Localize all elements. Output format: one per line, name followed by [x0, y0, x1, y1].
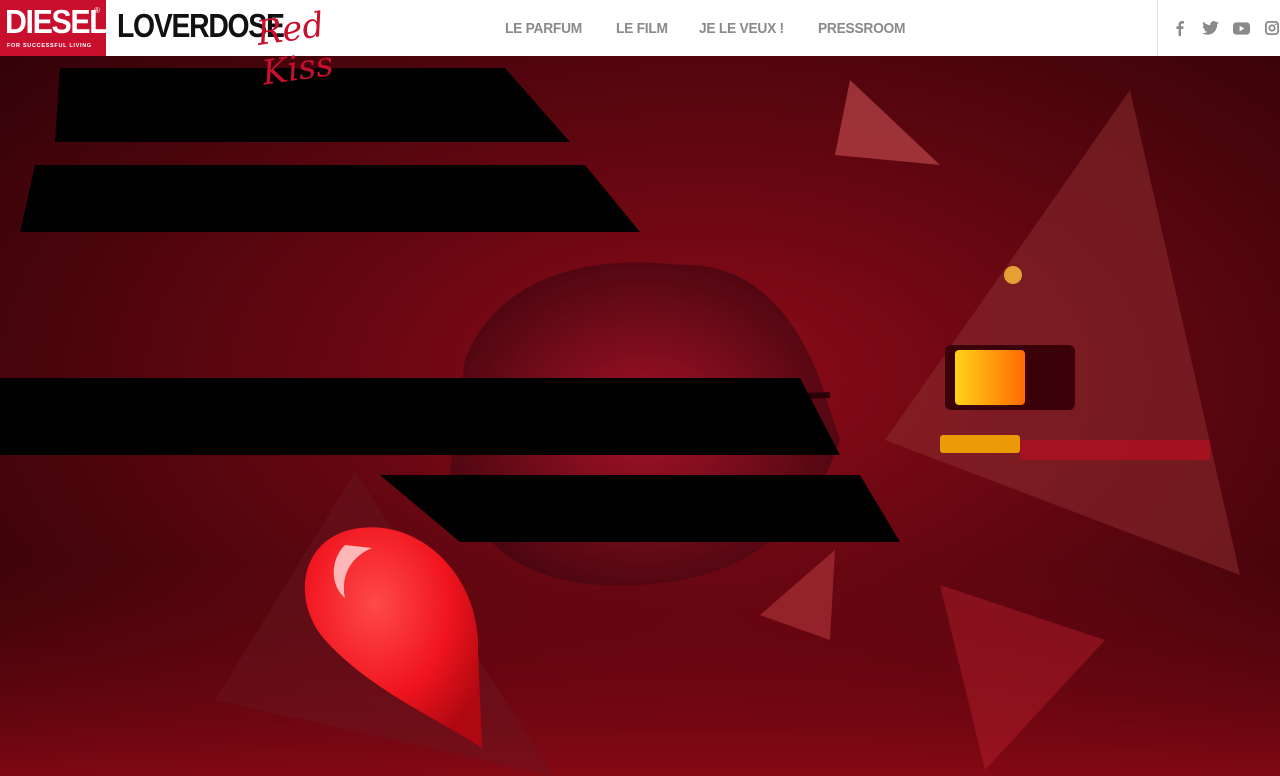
- nav-le-film[interactable]: LE FILM: [616, 20, 668, 37]
- nav-pressroom[interactable]: PRESSROOM: [818, 20, 906, 37]
- hero-video-background: [0, 56, 1280, 776]
- nav-je-le-veux[interactable]: JE LE VEUX !: [699, 20, 784, 37]
- diesel-tagline: FOR SUCCESSFUL LIVING: [7, 43, 92, 49]
- diesel-logo-wordmark: DIESEL: [5, 3, 108, 40]
- nav-le-parfum[interactable]: LE PARFUM: [505, 20, 582, 37]
- social-links: [1157, 0, 1280, 56]
- twitter-icon[interactable]: [1201, 20, 1219, 37]
- facebook-icon[interactable]: [1171, 20, 1188, 37]
- loverdose-red-kiss-logo[interactable]: LOVERDOSE Red Kiss: [117, 0, 402, 94]
- site-header: DIESEL ® FOR SUCCESSFUL LIVING LOVERDOSE…: [0, 0, 1280, 94]
- youtube-icon[interactable]: [1232, 20, 1250, 37]
- registered-mark: ®: [94, 6, 100, 15]
- instagram-icon[interactable]: [1264, 20, 1280, 37]
- main-nav: LE PARFUM LE FILM JE LE VEUX ! PRESSROOM: [505, 0, 913, 56]
- diesel-logo[interactable]: DIESEL ® FOR SUCCESSFUL LIVING: [0, 0, 108, 56]
- floor-glow: [0, 560, 1280, 776]
- hero-artwork: [0, 68, 1280, 776]
